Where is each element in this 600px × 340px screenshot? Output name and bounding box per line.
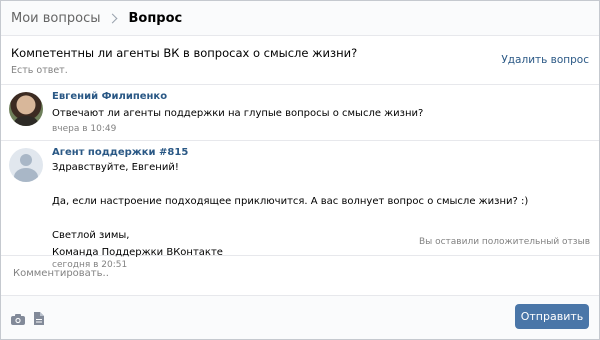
avatar[interactable] <box>9 148 43 182</box>
user-placeholder-icon <box>20 154 32 166</box>
document-icon[interactable] <box>33 310 44 329</box>
chevron-right-icon <box>108 13 118 23</box>
breadcrumb: Мои вопросы Вопрос <box>1 1 599 36</box>
message-line: Команда Поддержки ВКонтакте <box>52 247 223 258</box>
question-status: Есть ответ. <box>11 65 68 76</box>
question-header: Компетентны ли агенты ВК в вопросах о см… <box>1 36 599 85</box>
message-line <box>52 177 589 192</box>
composer-footer: Отправить <box>1 296 599 339</box>
message-line <box>52 211 589 226</box>
message-time: вчера в 10:49 <box>52 124 117 134</box>
message-time: сегодня в 20:51 <box>52 260 128 270</box>
feedback-status: Вы оставили положительный отзыв <box>418 237 590 247</box>
breadcrumb-current: Вопрос <box>128 10 183 26</box>
breadcrumb-my-questions[interactable]: Мои вопросы <box>11 11 100 26</box>
delete-question-link[interactable]: Удалить вопрос <box>501 54 589 66</box>
message-author[interactable]: Евгений Филипенко <box>52 91 589 102</box>
message-user: Евгений Филипенко Отвечают ли агенты под… <box>1 85 599 141</box>
message-author[interactable]: Агент поддержки #815 <box>52 147 589 158</box>
message-line: Здравствуйте, Евгений! <box>52 162 179 173</box>
camera-icon[interactable] <box>11 310 25 329</box>
message-support: Агент поддержки #815 Здравствуйте, Евген… <box>1 141 599 270</box>
question-card: Мои вопросы Вопрос Компетентны ли агенты… <box>0 0 600 340</box>
message-text: Отвечают ли агенты поддержки на глупые в… <box>52 108 424 119</box>
avatar[interactable] <box>9 92 43 126</box>
send-button[interactable]: Отправить <box>515 304 589 329</box>
message-line: Да, если настроение подходящее приключит… <box>52 196 529 207</box>
